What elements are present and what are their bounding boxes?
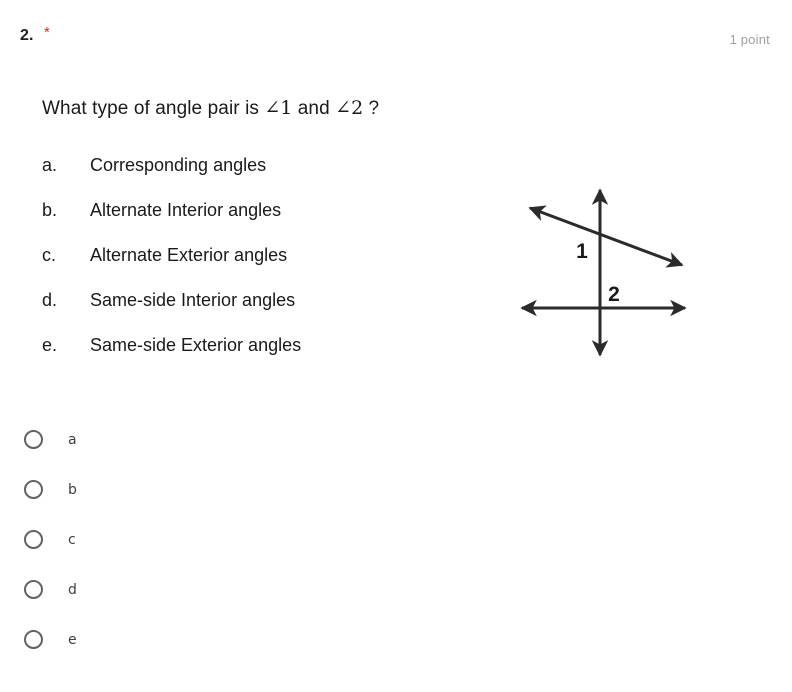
choice-letter: a. xyxy=(42,155,58,175)
choice-letter: d. xyxy=(42,290,58,310)
choice-list: a. Corresponding angles b. Alternate Int… xyxy=(42,155,462,380)
angle-label-1: 1 xyxy=(576,240,588,263)
required-asterisk: * xyxy=(44,24,50,41)
choice-item: d. Same-side Interior angles xyxy=(42,290,462,335)
choice-text: Corresponding angles xyxy=(90,155,267,175)
option-label-e[interactable]: e xyxy=(68,631,77,650)
angle-diagram: 1 2 xyxy=(500,175,700,370)
angle-diagram-svg: 1 2 xyxy=(520,188,687,357)
angle-two-symbol: ∠2 xyxy=(335,97,364,119)
option-row-b[interactable]: b xyxy=(24,480,324,530)
angle-one-symbol: ∠1 xyxy=(264,97,293,119)
stem-text-middle: and xyxy=(292,98,336,119)
choice-letter: c. xyxy=(42,245,57,265)
choice-item: b. Alternate Interior angles xyxy=(42,200,462,245)
question-number: 2. xyxy=(20,27,34,44)
choice-text: Same-side Exterior angles xyxy=(90,335,302,355)
option-row-d[interactable]: d xyxy=(24,580,324,630)
stem-text-after: ? xyxy=(363,98,380,119)
choice-letter: e. xyxy=(42,335,58,355)
choice-item: c. Alternate Exterior angles xyxy=(42,245,462,290)
choice-text: Alternate Interior angles xyxy=(90,200,282,220)
option-row-e[interactable]: e xyxy=(24,630,324,680)
radio-button-d[interactable] xyxy=(24,580,43,599)
choice-item: a. Corresponding angles xyxy=(42,155,462,200)
points-value: 1 point xyxy=(729,32,770,47)
choice-item: e. Same-side Exterior angles xyxy=(42,335,462,380)
radio-button-a[interactable] xyxy=(24,430,43,449)
choice-text: Alternate Exterior angles xyxy=(90,245,288,265)
question-stem: What type of angle pair is ∠1 and ∠2 ? xyxy=(42,97,379,120)
answer-options: a b c d e xyxy=(24,430,324,680)
option-label-c[interactable]: c xyxy=(68,531,76,550)
radio-button-b[interactable] xyxy=(24,480,43,499)
slanted-line xyxy=(528,205,684,268)
choice-letter: b. xyxy=(42,200,58,220)
option-label-b[interactable]: b xyxy=(68,481,77,500)
stem-text-before: What type of angle pair is xyxy=(42,98,265,119)
option-label-a[interactable]: a xyxy=(68,431,77,450)
option-row-c[interactable]: c xyxy=(24,530,324,580)
radio-button-e[interactable] xyxy=(24,630,43,649)
angle-label-2: 2 xyxy=(608,283,620,306)
radio-button-c[interactable] xyxy=(24,530,43,549)
choice-text: Same-side Interior angles xyxy=(90,290,296,310)
question-page: 2. * 1 point What type of angle pair is … xyxy=(0,0,792,692)
option-row-a[interactable]: a xyxy=(24,430,324,480)
option-label-d[interactable]: d xyxy=(68,581,77,600)
